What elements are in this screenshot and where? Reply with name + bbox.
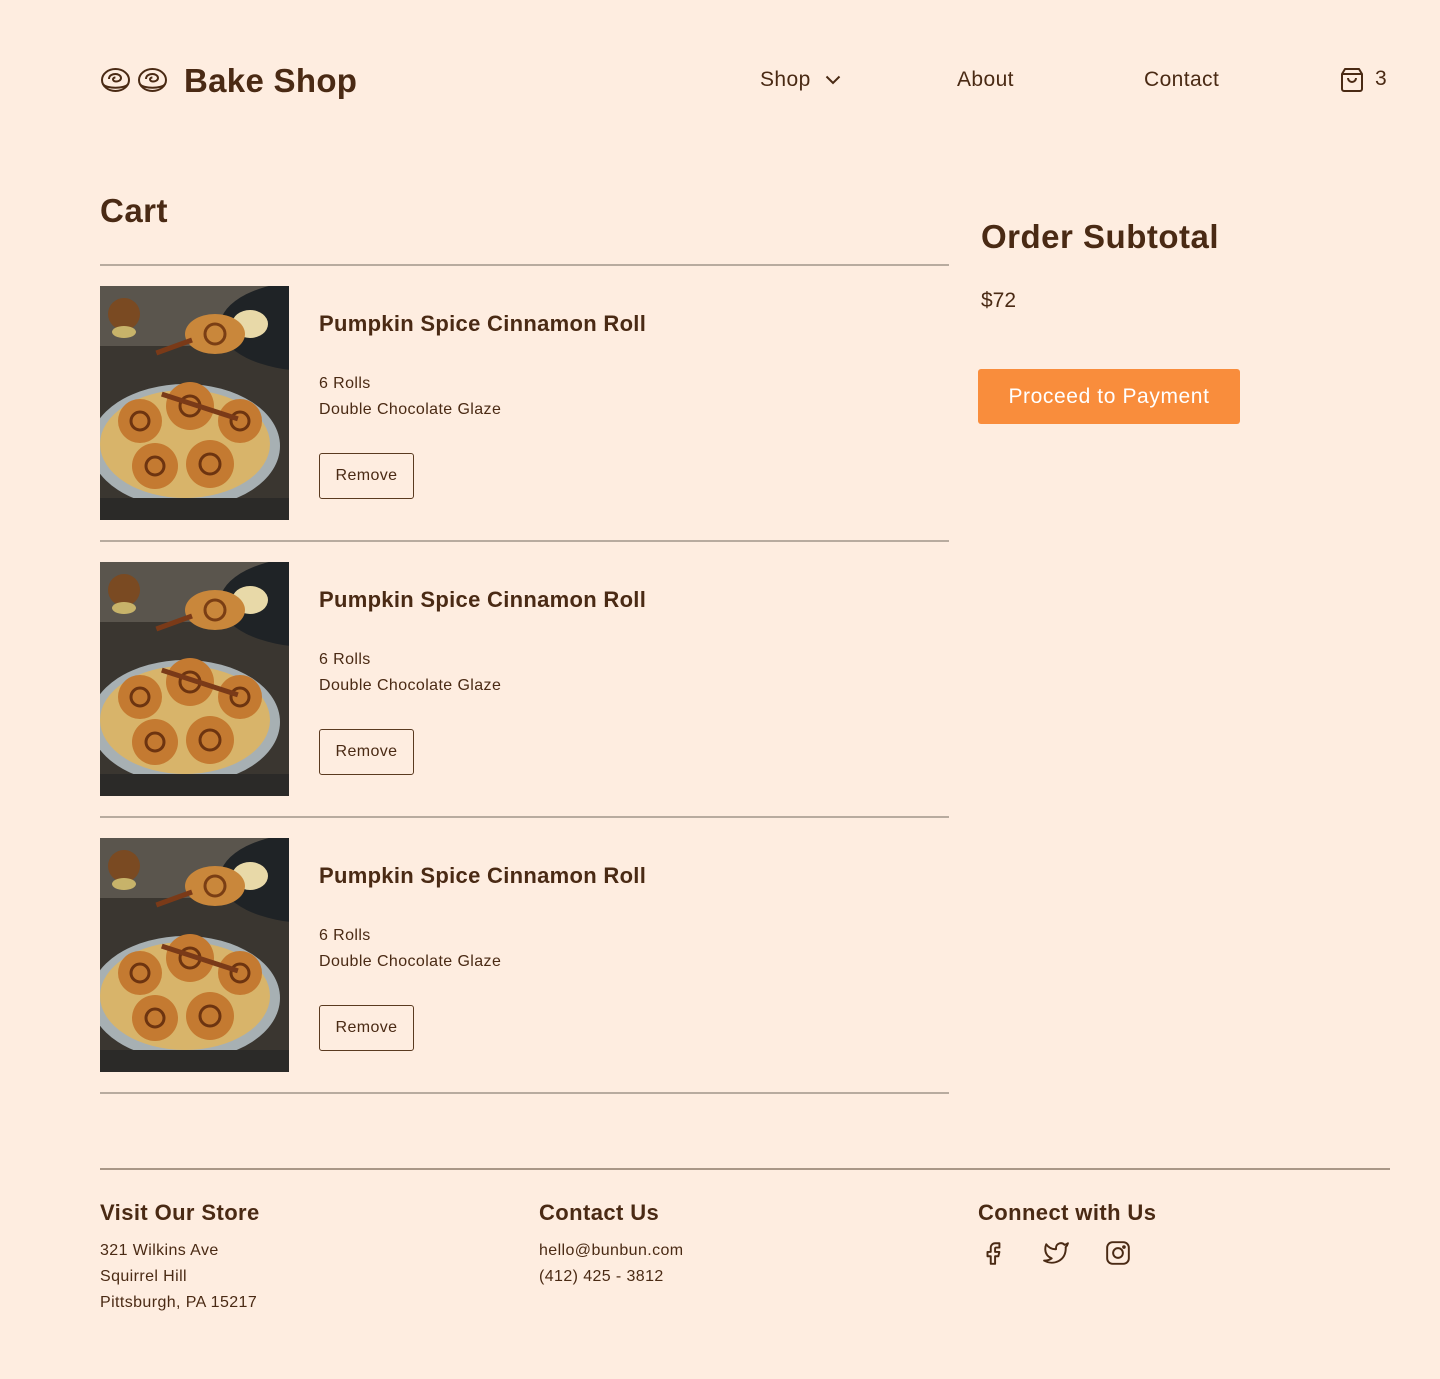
divider <box>100 1092 949 1094</box>
facebook-icon[interactable] <box>981 1240 1007 1266</box>
page: Bake Shop Shop About Contact 3 Cart Pump… <box>0 0 1440 1379</box>
store-address-line: Squirrel Hill <box>100 1268 187 1285</box>
footer-contact-title: Contact Us <box>539 1200 660 1225</box>
cart-item: Pumpkin Spice Cinnamon Roll 6 Rolls Doub… <box>100 286 949 520</box>
remove-button[interactable]: Remove <box>319 729 414 775</box>
footer-social: Connect with Us <box>978 1200 1156 1266</box>
proceed-to-payment-button[interactable]: Proceed to Payment <box>978 369 1240 424</box>
store-address-line: Pittsburgh, PA 15217 <box>100 1294 258 1311</box>
product-name: Pumpkin Spice Cinnamon Roll <box>319 863 647 888</box>
order-subtotal-amount: $72 <box>981 289 1017 312</box>
remove-button[interactable]: Remove <box>319 453 414 499</box>
logo-icons <box>100 67 168 95</box>
divider <box>100 816 949 818</box>
contact-email[interactable]: hello@bunbun.com <box>539 1238 684 1264</box>
cart-title: Cart <box>100 192 169 229</box>
cart-count: 3 <box>1375 67 1387 90</box>
instagram-icon[interactable] <box>1105 1240 1131 1266</box>
product-glaze: Double Chocolate Glaze <box>319 401 502 418</box>
nav-contact[interactable]: Contact <box>1144 68 1219 92</box>
product-quantity: 6 Rolls <box>319 651 371 668</box>
cinnamon-roll-photo <box>100 562 289 796</box>
bun-icon <box>101 68 130 92</box>
product-glaze: Double Chocolate Glaze <box>319 677 502 694</box>
remove-button[interactable]: Remove <box>319 1005 414 1051</box>
footer-store: Visit Our Store 321 Wilkins Ave Squirrel… <box>100 1200 260 1316</box>
footer-social-title: Connect with Us <box>978 1200 1157 1225</box>
nav-shop[interactable]: Shop <box>760 68 841 92</box>
bun-icon <box>138 68 167 92</box>
brand-name: Bake Shop <box>184 62 358 99</box>
cart-item: Pumpkin Spice Cinnamon Roll 6 Rolls Doub… <box>100 838 949 1072</box>
cinnamon-roll-photo <box>100 838 289 1072</box>
twitter-icon[interactable] <box>1043 1240 1069 1266</box>
product-quantity: 6 Rolls <box>319 927 371 944</box>
product-quantity: 6 Rolls <box>319 375 371 392</box>
nav-contact-label: Contact <box>1144 68 1220 91</box>
site-header: Bake Shop Shop About Contact 3 <box>100 56 1390 106</box>
cart-button[interactable]: 3 <box>1340 66 1387 92</box>
footer-contact: Contact Us hello@bunbun.com (412) 425 - … <box>539 1200 684 1290</box>
nav-shop-label: Shop <box>760 68 811 91</box>
cinnamon-roll-photo <box>100 286 289 520</box>
nav-about-label: About <box>957 68 1014 91</box>
footer-divider <box>100 1168 1390 1170</box>
logo[interactable]: Bake Shop <box>100 62 357 100</box>
cart-item: Pumpkin Spice Cinnamon Roll 6 Rolls Doub… <box>100 562 949 796</box>
product-glaze: Double Chocolate Glaze <box>319 953 502 970</box>
social-links <box>981 1240 1156 1266</box>
product-image <box>100 838 289 1072</box>
store-address-line: 321 Wilkins Ave <box>100 1242 219 1259</box>
product-name: Pumpkin Spice Cinnamon Roll <box>319 311 647 336</box>
product-name: Pumpkin Spice Cinnamon Roll <box>319 587 647 612</box>
order-subtotal-title: Order Subtotal <box>981 218 1220 255</box>
footer-store-title: Visit Our Store <box>100 1200 260 1225</box>
shopping-bag-icon <box>1341 68 1363 92</box>
nav-about[interactable]: About <box>957 68 1014 92</box>
divider <box>100 540 949 542</box>
product-image <box>100 286 289 520</box>
divider <box>100 264 949 266</box>
contact-phone[interactable]: (412) 425 - 3812 <box>539 1264 684 1290</box>
chevron-down-icon <box>825 75 840 85</box>
product-image <box>100 562 289 796</box>
